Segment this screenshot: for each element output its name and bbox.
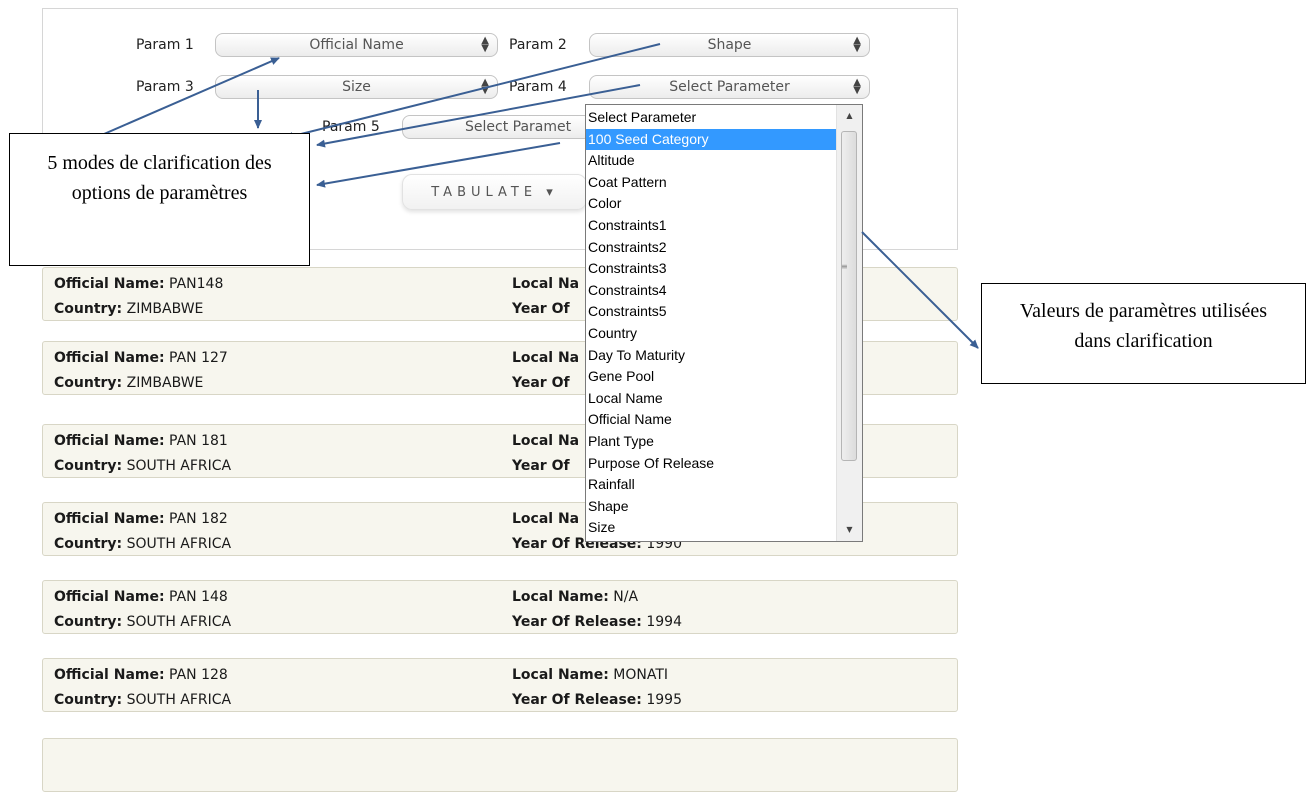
local-name-label: Local Name:	[512, 667, 609, 683]
updown-arrow-icon: ▲ ▼	[481, 35, 489, 54]
dropdown-option[interactable]: Size	[586, 517, 836, 539]
callout-text: Valeurs de paramètres utilisées dans cla…	[1019, 300, 1268, 352]
parameter-dropdown-list[interactable]: Select Parameter 100 Seed Category Altitud…	[585, 104, 863, 542]
param-3-value: Size	[342, 79, 371, 95]
country-label: Country:	[54, 458, 123, 474]
param-1-select[interactable]: Official Name ▲ ▼	[215, 33, 498, 57]
official-name-label: Official Name:	[54, 667, 165, 683]
param-2-value: Shape	[707, 37, 752, 53]
dropdown-option[interactable]: Rainfall	[586, 474, 836, 496]
country-label: Country:	[54, 614, 123, 630]
country-value: ZIMBABWE	[126, 301, 204, 317]
official-name-label: Official Name:	[54, 589, 165, 605]
tabulate-button[interactable]: TABULATE ▾	[402, 174, 587, 210]
updown-arrow-icon: ▲ ▼	[853, 35, 861, 54]
param-5-label: Param 5	[322, 119, 380, 135]
param-5-value: Select Paramet	[465, 119, 572, 135]
country-value: SOUTH AFRICA	[126, 614, 232, 630]
local-name-label: Local Na	[512, 350, 580, 366]
dropdown-options: Select Parameter 100 Seed Category Altitud…	[586, 107, 836, 539]
grip-icon: ≡	[841, 262, 848, 271]
callout-text: 5 modes de clarification des options de …	[47, 152, 272, 204]
scroll-thumb[interactable]	[841, 131, 857, 461]
country-label: Country:	[54, 536, 123, 552]
updown-arrow-icon: ▲ ▼	[853, 77, 861, 96]
scroll-down-icon[interactable]: ▼	[837, 521, 862, 539]
official-name-value: PAN 182	[169, 511, 228, 527]
result-row[interactable]: Official Name: PAN 148 Country: SOUTH AF…	[42, 580, 958, 634]
param-2-select[interactable]: Shape ▲ ▼	[589, 33, 870, 57]
dropdown-option[interactable]: Purpose Of Release	[586, 453, 836, 475]
official-name-value: PAN 181	[169, 433, 228, 449]
year-label: Year Of Release:	[512, 614, 642, 630]
dropdown-option[interactable]: Constraints1	[586, 215, 836, 237]
callout-parameter-values: Valeurs de paramètres utilisées dans cla…	[981, 283, 1306, 384]
dropdown-option[interactable]: Constraints5	[586, 301, 836, 323]
param-4-value: Select Parameter	[669, 79, 790, 95]
scroll-up-icon[interactable]: ▲	[837, 107, 862, 125]
dropdown-option[interactable]: Plant Type	[586, 431, 836, 453]
dropdown-option[interactable]: Constraints2	[586, 237, 836, 259]
dropdown-option[interactable]: Day To Maturity	[586, 345, 836, 367]
param-3-select[interactable]: Size ▲ ▼	[215, 75, 498, 99]
param-2-label: Param 2	[509, 37, 567, 53]
local-name-label: Local Na	[512, 433, 580, 449]
year-label: Year Of	[512, 301, 570, 317]
param-4-label: Param 4	[509, 79, 567, 95]
dropdown-option[interactable]: Official Name	[586, 409, 836, 431]
year-value: 1994	[646, 614, 682, 630]
dropdown-scrollbar[interactable]: ▲ ≡ ▼	[836, 105, 862, 541]
country-label: Country:	[54, 692, 123, 708]
local-name-label: Local Name:	[512, 589, 609, 605]
official-name-label: Official Name:	[54, 433, 165, 449]
local-name-label: Local Na	[512, 511, 580, 527]
official-name-label: Official Name:	[54, 511, 165, 527]
local-name-value: MONATI	[613, 667, 669, 683]
param-1-value: Official Name	[309, 37, 404, 53]
official-name-label: Official Name:	[54, 350, 165, 366]
dropdown-option[interactable]: 100 Seed Category	[586, 128, 836, 151]
param-3-label: Param 3	[136, 79, 194, 95]
dropdown-option[interactable]: Color	[586, 193, 836, 215]
local-name-label: Local Na	[512, 276, 580, 292]
country-label: Country:	[54, 375, 123, 391]
dropdown-option[interactable]: Select Parameter	[586, 107, 836, 129]
year-value: 1995	[646, 692, 682, 708]
dropdown-option[interactable]: Constraints4	[586, 280, 836, 302]
dropdown-option[interactable]: Constraints3	[586, 258, 836, 280]
result-row[interactable]: Official Name: PAN 128 Country: SOUTH AF…	[42, 658, 958, 712]
country-value: SOUTH AFRICA	[126, 536, 232, 552]
official-name-value: PAN148	[169, 276, 224, 292]
official-name-value: PAN 127	[169, 350, 228, 366]
dropdown-option[interactable]: Coat Pattern	[586, 172, 836, 194]
country-label: Country:	[54, 301, 123, 317]
year-label: Year Of Release:	[512, 692, 642, 708]
local-name-value: N/A	[613, 589, 639, 605]
dropdown-option[interactable]: Local Name	[586, 388, 836, 410]
dropdown-option[interactable]: Country	[586, 323, 836, 345]
callout-parameter-modes: 5 modes de clarification des options de …	[9, 133, 310, 266]
param-1-label: Param 1	[136, 37, 194, 53]
dropdown-option[interactable]: Shape	[586, 496, 836, 518]
country-value: SOUTH AFRICA	[126, 692, 232, 708]
result-row-partial[interactable]	[42, 738, 958, 792]
country-value: ZIMBABWE	[126, 375, 204, 391]
param-4-select[interactable]: Select Parameter ▲ ▼	[589, 75, 870, 99]
dropdown-option[interactable]: Gene Pool	[586, 366, 836, 388]
year-label: Year Of	[512, 458, 570, 474]
official-name-value: PAN 128	[169, 667, 228, 683]
official-name-label: Official Name:	[54, 276, 165, 292]
param-5-select[interactable]: Select Paramet	[402, 115, 592, 139]
official-name-value: PAN 148	[169, 589, 228, 605]
updown-arrow-icon: ▲ ▼	[481, 77, 489, 96]
year-label: Year Of	[512, 375, 570, 391]
dropdown-option[interactable]: Altitude	[586, 150, 836, 172]
country-value: SOUTH AFRICA	[126, 458, 232, 474]
